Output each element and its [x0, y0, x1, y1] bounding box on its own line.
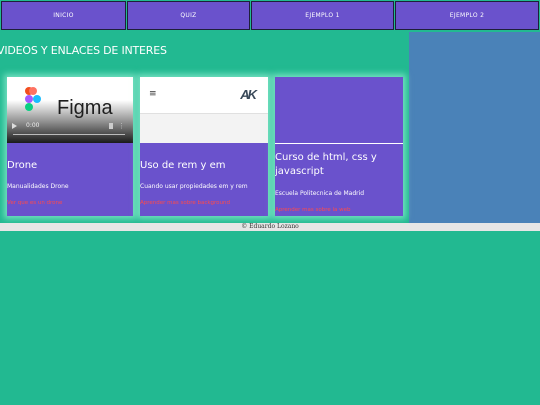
video-progress[interactable] [13, 134, 125, 135]
video-controls: 0:00 ⋮ [7, 121, 133, 135]
section-title: VIDEOS Y ENLACES DE INTERES [0, 44, 167, 57]
more-options-icon[interactable]: ⋮ [118, 122, 125, 130]
nav-ejemplo-2-label: EJEMPLO 2 [449, 12, 485, 19]
volume-icon[interactable] [109, 123, 113, 129]
video-time: 0:00 [26, 122, 40, 129]
card-link[interactable]: Aprender mas sobre la web [275, 207, 351, 213]
card-title: Uso de rem y em [140, 160, 226, 171]
nav-ejemplo-2[interactable]: EJEMPLO 2 [395, 1, 539, 30]
nav-quiz-label: QUIZ [180, 12, 197, 19]
nav-inicio-label: INICIO [53, 12, 74, 19]
card-title: Drone [7, 160, 38, 171]
video-player[interactable]: Figma 0:00 ⋮ [7, 77, 133, 143]
footer-text: © Eduardo Lozano [241, 223, 299, 230]
embedded-header: ≡ AK [140, 77, 268, 114]
card-title: Curso de html, css y javascript [275, 152, 377, 177]
card-curso-web: Curso de html, css y javascript Escuela … [275, 77, 403, 216]
ak-logo: AK [240, 87, 257, 102]
footer: © Eduardo Lozano [0, 223, 540, 231]
card-description: Escuela Politecnica de Madrid [275, 190, 365, 197]
figma-wordmark: Figma [57, 97, 113, 119]
nav-quiz[interactable]: QUIZ [127, 1, 250, 30]
card-description: Cuando usar propiedades em y rem [140, 183, 248, 190]
card-link[interactable]: Aprender mas sobre background [140, 200, 230, 206]
hamburger-menu-icon[interactable]: ≡ [149, 89, 157, 99]
card-rem-em: ≡ AK Uso de rem y em Cuando usar propied… [140, 77, 268, 216]
embedded-page[interactable]: ≡ AK [140, 77, 268, 143]
figma-logo-icon [25, 87, 41, 111]
top-nav: INICIO QUIZ EJEMPLO 1 EJEMPLO 2 [0, 0, 540, 32]
nav-ejemplo-1[interactable]: EJEMPLO 1 [251, 1, 394, 30]
card-drone: Figma 0:00 ⋮ Drone Manualidades Drone Ve… [7, 77, 133, 216]
card-link[interactable]: Ver que es un drone [7, 200, 62, 206]
nav-inicio[interactable]: INICIO [1, 1, 126, 30]
card-description: Manualidades Drone [7, 183, 69, 190]
aside-panel [409, 32, 540, 223]
play-icon[interactable] [12, 123, 17, 129]
nav-ejemplo-1-label: EJEMPLO 1 [305, 12, 340, 19]
card-media [275, 77, 403, 144]
